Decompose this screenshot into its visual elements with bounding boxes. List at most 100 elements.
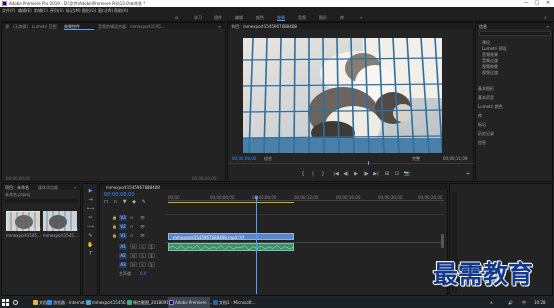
- sync-lock-icon[interactable]: ⊟: [130, 215, 133, 220]
- sequence-tab-close[interactable]: ×: [146, 185, 149, 190]
- lock-icon[interactable]: 🔒: [112, 224, 117, 229]
- program-playhead[interactable]: [368, 161, 369, 165]
- track-target-a3[interactable]: A3: [119, 262, 127, 268]
- effects-search-input[interactable]: [479, 31, 551, 36]
- menu-file[interactable]: 文件(F): [2, 8, 15, 13]
- tab-audio-clip-mixer[interactable]: 音频剪辑混合器：mmexport1545...: [98, 24, 165, 29]
- section-libraries[interactable]: 库: [478, 113, 482, 118]
- eye-icon[interactable]: 👁: [140, 224, 145, 229]
- panel-menu-icon[interactable]: ≡: [218, 24, 221, 29]
- tree-item-audio-transitions[interactable]: 音频过渡: [482, 58, 498, 63]
- selection-tool-icon[interactable]: ▶: [86, 188, 95, 194]
- tab-lumetri-scopes[interactable]: Lumetri 范围: [32, 24, 57, 29]
- type-tool-icon[interactable]: T: [86, 251, 95, 257]
- pen-tool-icon[interactable]: ✎: [86, 233, 95, 239]
- master-volume-value[interactable]: 0.0: [140, 271, 146, 276]
- close-button[interactable]: ✕: [543, 0, 553, 7]
- section-history[interactable]: 历史记录: [478, 131, 494, 136]
- search-icon[interactable]: [13, 300, 18, 305]
- menu-edit[interactable]: 编辑(E): [18, 8, 32, 13]
- section-essential-graphics[interactable]: 基本图形: [478, 86, 494, 91]
- volume-icon[interactable]: 🔊: [508, 300, 513, 305]
- search-icon[interactable]: ⌕: [544, 15, 547, 21]
- ime-indicator[interactable]: 中: [522, 300, 526, 305]
- taskbar-app-video[interactable]: mmexport15456...: [85, 297, 129, 308]
- project-tabs-overflow[interactable]: »: [74, 185, 76, 190]
- tree-item-lumetri-presets[interactable]: Lumetri 预设: [482, 46, 507, 51]
- go-to-out-button[interactable]: ▶|: [372, 171, 380, 177]
- tree-item-presets[interactable]: 预设: [482, 40, 490, 45]
- export-frame-button[interactable]: 📷: [403, 171, 411, 177]
- maximize-button[interactable]: □: [532, 0, 542, 7]
- eye-icon[interactable]: 👁: [140, 233, 145, 238]
- step-forward-button[interactable]: |▶: [362, 171, 370, 177]
- section-info[interactable]: 信息: [478, 140, 486, 145]
- menu-help[interactable]: 帮助(H): [114, 8, 128, 13]
- taskbar-app-screenshot[interactable]: 微信截图_2018091...: [126, 297, 173, 308]
- mark-out-button[interactable]: }: [320, 171, 326, 177]
- menu-sequence[interactable]: 序列(S): [50, 8, 64, 13]
- razor-tool-icon[interactable]: ✂: [86, 215, 95, 221]
- extract-button[interactable]: ⊡: [393, 171, 401, 177]
- quality-dropdown[interactable]: 完整: [412, 156, 420, 161]
- step-back-button[interactable]: ◀|: [342, 171, 350, 177]
- lock-icon[interactable]: 🔒: [112, 233, 117, 238]
- tab-media-browser[interactable]: 媒体浏览器: [38, 185, 58, 190]
- menu-clip[interactable]: 剪辑(C): [34, 8, 48, 13]
- section-essential-sound[interactable]: 基本声音: [478, 95, 494, 100]
- play-button[interactable]: ▶: [352, 171, 360, 177]
- sequence-tab[interactable]: mmexport1545967688408: [106, 185, 160, 190]
- go-to-in-button[interactable]: |◀: [332, 171, 340, 177]
- program-timecode[interactable]: 00;00;08;00: [232, 156, 256, 161]
- menu-marker[interactable]: 标记(M): [66, 8, 81, 13]
- section-lumetri-color[interactable]: Lumetri 颜色: [478, 104, 503, 109]
- video-clip[interactable]: mmexport1545967688408.mp4 [V]: [168, 233, 294, 240]
- record-icon[interactable]: 🎙: [148, 262, 155, 267]
- sync-lock-icon[interactable]: ⊟: [130, 233, 133, 238]
- workspace-audio[interactable]: 音频: [298, 15, 306, 20]
- tree-item-video-transitions[interactable]: 视频过渡: [482, 70, 498, 75]
- track-target-v1[interactable]: V1: [119, 233, 127, 239]
- workspace-assembly[interactable]: 组件: [214, 15, 222, 20]
- work-area-bar[interactable]: [168, 202, 294, 203]
- sync-lock-icon[interactable]: ⊟: [130, 224, 133, 229]
- taskbar-app-browser[interactable]: 游览器 - Internet ...: [46, 297, 90, 308]
- lift-button[interactable]: ⊞: [383, 171, 391, 177]
- project-search-input[interactable]: [5, 199, 78, 203]
- timeline-toolbar-icons[interactable]: ⊓ ∩ ▼ ◆ ✎: [104, 199, 148, 205]
- ripple-edit-tool-icon[interactable]: ⟷: [86, 206, 95, 212]
- right-panel-menu-icon[interactable]: ≡: [546, 24, 549, 29]
- timeline-vertical-scrollbar[interactable]: [441, 234, 444, 248]
- hand-tool-icon[interactable]: ✋: [86, 242, 95, 248]
- workspace-libraries[interactable]: 库: [340, 15, 344, 20]
- timeline-timecode[interactable]: 00;00;08;00: [104, 192, 135, 198]
- clock[interactable]: 10:28: [534, 300, 546, 305]
- mute-button[interactable]: M: [130, 253, 137, 258]
- fit-dropdown[interactable]: 适合: [264, 156, 272, 161]
- playhead-line[interactable]: [256, 199, 257, 294]
- tray-expand-icon[interactable]: ∧: [490, 300, 493, 305]
- program-menu-icon[interactable]: ≡: [294, 24, 297, 29]
- taskbar-app-premiere[interactable]: Adobe Premiere ...: [168, 297, 212, 308]
- workspace-color[interactable]: 颜色: [256, 15, 264, 20]
- lock-icon[interactable]: 🔒: [112, 215, 117, 220]
- mark-in-button[interactable]: {: [300, 171, 306, 177]
- add-marker-button[interactable]: |: [310, 171, 316, 177]
- mute-button[interactable]: M: [130, 262, 137, 267]
- slip-tool-icon[interactable]: ⟶: [86, 224, 95, 230]
- track-target-v2[interactable]: V2: [119, 224, 127, 230]
- info-panel-title[interactable]: 信息: [479, 24, 487, 29]
- program-scrubber[interactable]: [228, 163, 474, 164]
- workspace-learn[interactable]: 学习: [194, 15, 202, 20]
- solo-button[interactable]: S: [139, 244, 146, 249]
- workspace-effects[interactable]: 效果: [277, 15, 285, 21]
- eye-icon[interactable]: 👁: [140, 215, 145, 220]
- menu-graphics[interactable]: 图形(G): [82, 8, 96, 13]
- track-target-a1[interactable]: A1: [119, 244, 127, 250]
- minimize-button[interactable]: —: [521, 0, 531, 7]
- workspace-editing[interactable]: 编辑: [235, 15, 243, 20]
- solo-button[interactable]: S: [139, 253, 146, 258]
- audio-clip[interactable]: [168, 243, 295, 251]
- tab-source[interactable]: 源：(无剪辑): [5, 24, 28, 29]
- workspace-overflow[interactable]: »: [360, 15, 362, 20]
